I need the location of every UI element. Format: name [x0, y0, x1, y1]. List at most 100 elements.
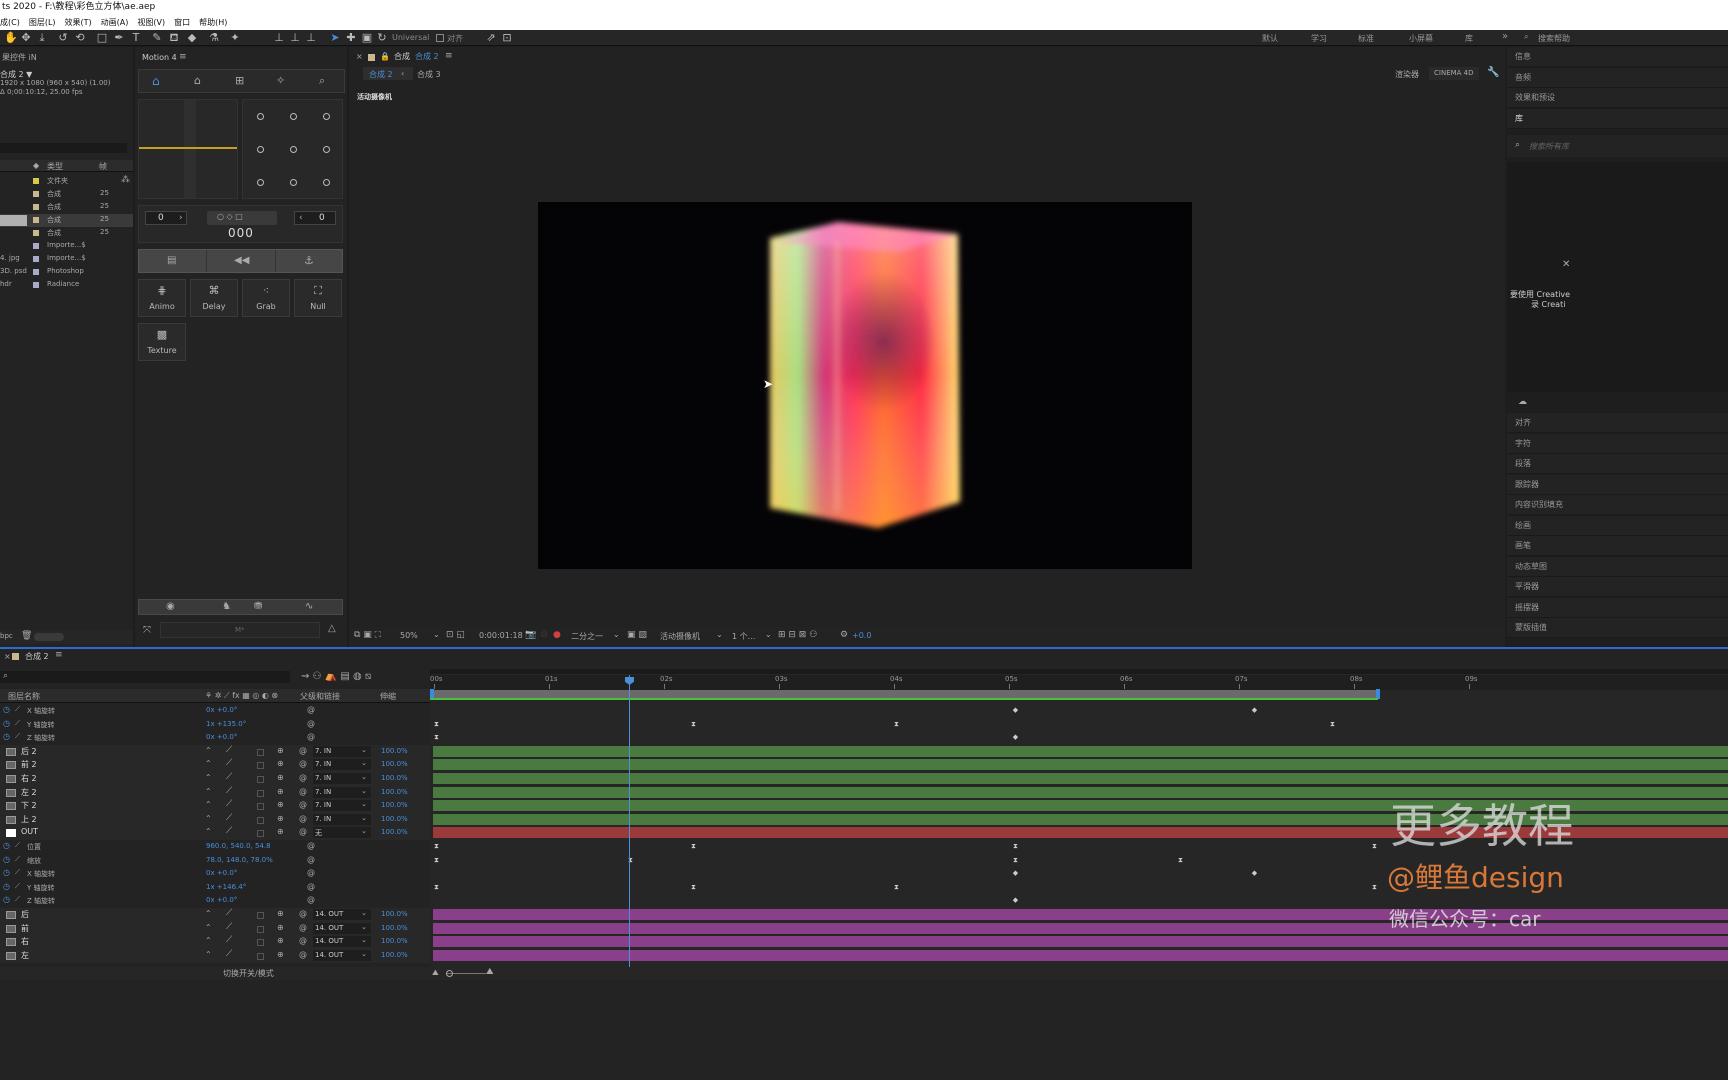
project-scrollbar[interactable] — [34, 633, 64, 641]
pick-whip-icon[interactable]: @ — [307, 882, 315, 891]
quality-icon[interactable]: ⟋ — [226, 772, 232, 782]
stopwatch-icon[interactable]: ◷ — [3, 719, 10, 728]
parent-select[interactable]: 14. OUT ⌄ — [313, 949, 371, 961]
tools-text-icon[interactable]: T — [130, 32, 142, 44]
shy-icon[interactable]: ⌃ — [205, 814, 212, 823]
close-icon[interactable]: × — [356, 52, 363, 61]
layer-row[interactable]: ◷ ⟋ Y 轴旋转 1x +146.4° @ — [0, 880, 430, 895]
layer-bar[interactable] — [433, 759, 1728, 771]
resolution-select[interactable]: 二分之一 — [571, 631, 603, 642]
column-size[interactable]: 帧 — [99, 161, 107, 172]
shy-icon[interactable]: ⌃ — [205, 746, 212, 755]
pick-whip-icon[interactable]: @ — [299, 936, 307, 945]
quality-icon[interactable]: ⟋ — [226, 826, 232, 836]
layer-bar[interactable] — [433, 745, 1728, 757]
column-stretch[interactable]: 伸缩 — [380, 691, 396, 702]
views-select[interactable]: 1 个... — [732, 631, 755, 642]
pick-whip-icon[interactable]: @ — [299, 773, 307, 782]
layer-name[interactable]: 右 — [21, 936, 29, 947]
menu-item[interactable]: 图层(L) — [29, 18, 56, 27]
tools-eraser-icon[interactable]: ◆ — [186, 32, 198, 44]
menu-icon[interactable]: ≡ — [179, 52, 187, 62]
keyframe[interactable]: ⧗ — [690, 720, 697, 728]
layer-bar[interactable] — [433, 773, 1728, 784]
stretch-value[interactable]: 100.0% — [381, 801, 408, 809]
quality-icon[interactable]: ⟋ — [226, 908, 232, 918]
triangle-icon[interactable]: △ — [328, 623, 336, 634]
pick-whip-icon[interactable]: @ — [307, 895, 315, 904]
anchor-point[interactable] — [290, 179, 297, 186]
delay-button[interactable]: ⌘ Delay — [190, 279, 238, 317]
shy-icon[interactable]: ⌃ — [205, 827, 212, 836]
layer-name[interactable]: 后 2 — [21, 746, 37, 757]
parent-select[interactable]: 7. IN ⌄ — [313, 786, 371, 798]
property-value[interactable]: 960.0, 540.0, 54.8 — [206, 842, 271, 850]
stopwatch-icon[interactable]: ◷ — [3, 895, 10, 904]
parent-select[interactable]: 7. IN ⌄ — [313, 745, 371, 757]
workspace-1[interactable]: 学习 — [1311, 33, 1327, 44]
3d-layer-icon[interactable]: ⊕ — [277, 923, 284, 932]
quality-icon[interactable]: ⟋ — [226, 799, 232, 809]
3d-layer-icon[interactable]: ⊕ — [277, 950, 284, 959]
shy-icon[interactable]: ⌃ — [205, 936, 212, 945]
stretch-value[interactable]: 100.0% — [381, 760, 408, 768]
navigator-bar[interactable] — [430, 669, 1728, 674]
comp-tab-label[interactable]: 合成 — [394, 51, 410, 62]
camera-icon[interactable]: 📷 — [525, 630, 536, 640]
layer-row[interactable]: 左 2 ⌃ ⟋ ⊕ @7. IN ⌄ 100.0% — [0, 785, 430, 800]
panel-6[interactable]: 段落 — [1507, 454, 1728, 474]
anchor-point[interactable] — [257, 179, 264, 186]
menu-item[interactable]: 效果(T) — [65, 18, 92, 27]
project-item[interactable]: Importe...$ — [0, 240, 133, 253]
eye-icon[interactable]: ◉ — [166, 601, 175, 612]
keyframe[interactable]: ◆ — [1012, 897, 1019, 904]
3d-layer-icon[interactable]: ⊕ — [277, 827, 284, 836]
preview-icons[interactable]: ⧉ ▣ ⛶ — [354, 630, 381, 640]
tools-puppet-icon[interactable]: ✦ — [229, 32, 241, 44]
switch-box[interactable] — [257, 830, 264, 838]
pick-whip-icon[interactable]: @ — [307, 868, 315, 877]
stretch-value[interactable]: 100.0% — [381, 828, 408, 836]
project-item[interactable]: 合成 25 — [0, 227, 133, 240]
panel-1[interactable]: 音频 — [1507, 67, 1728, 88]
left-value-field[interactable]: 0 › — [145, 211, 187, 225]
keyframe[interactable]: ⧗ — [690, 883, 697, 891]
tools-axis-local-icon[interactable]: ⊥ — [273, 32, 285, 44]
layer-row[interactable]: 右 2 ⌃ ⟋ ⊕ @7. IN ⌄ 100.0% — [0, 772, 430, 786]
shy-icon[interactable]: ⌃ — [205, 787, 212, 796]
zoom-out-icon[interactable]: ⛰ — [432, 968, 439, 978]
keyframe[interactable]: ◆ — [1012, 870, 1019, 877]
layer-row[interactable]: OUT ⌃ ⟋ ⊕ @ 无 ⌄ 100.0% — [0, 826, 430, 841]
3d-layer-icon[interactable]: ⊕ — [277, 909, 284, 918]
menu-item[interactable]: 窗口 — [174, 18, 190, 27]
3d-layer-icon[interactable]: ⊕ — [277, 773, 284, 782]
menu-icon[interactable]: ≡ — [445, 51, 453, 61]
3d-layer-icon[interactable]: ⊕ — [277, 814, 284, 823]
stretch-value[interactable]: 100.0% — [381, 788, 408, 796]
layer-bar[interactable] — [433, 813, 1728, 825]
keyframe[interactable]: ⧗ — [433, 720, 440, 728]
keyframe[interactable]: ⧗ — [433, 843, 440, 850]
keyframe[interactable]: ◆ — [1251, 870, 1258, 877]
pick-whip-icon[interactable]: @ — [299, 759, 307, 768]
stretch-value[interactable]: 100.0% — [381, 951, 408, 959]
panel-13[interactable]: 摇摆器 — [1507, 597, 1728, 618]
panel-14[interactable]: 蒙版插值 — [1507, 618, 1728, 638]
layer-name[interactable]: 下 2 — [21, 800, 37, 811]
cloud-icon[interactable]: ☁ — [1518, 397, 1527, 407]
stretch-value[interactable]: 100.0% — [381, 774, 408, 782]
keyframe[interactable]: ⧗ — [893, 883, 900, 891]
fast-back-icon[interactable]: ◀◀ — [234, 255, 249, 266]
panel-4[interactable]: 对齐 — [1507, 413, 1728, 433]
camera-select[interactable]: 活动摄像机 — [660, 631, 700, 642]
switch-box[interactable] — [257, 939, 264, 947]
wrench-icon[interactable]: 🔧 — [1487, 67, 1499, 78]
switch-box[interactable] — [257, 952, 264, 960]
layer-row[interactable]: 后 ⌃ ⟋ ⊕ @14. OUT ⌄ 100.0% — [0, 908, 430, 922]
quality-icon[interactable]: ⟋ — [226, 949, 232, 959]
switch-box[interactable] — [257, 912, 264, 919]
snapshot-icon[interactable]: ♲ — [540, 630, 548, 640]
anchor-point[interactable] — [323, 113, 330, 120]
tools-pan-behind-icon[interactable]: ✚ — [345, 32, 357, 44]
timeline-tab[interactable]: 合成 2 — [25, 651, 49, 662]
